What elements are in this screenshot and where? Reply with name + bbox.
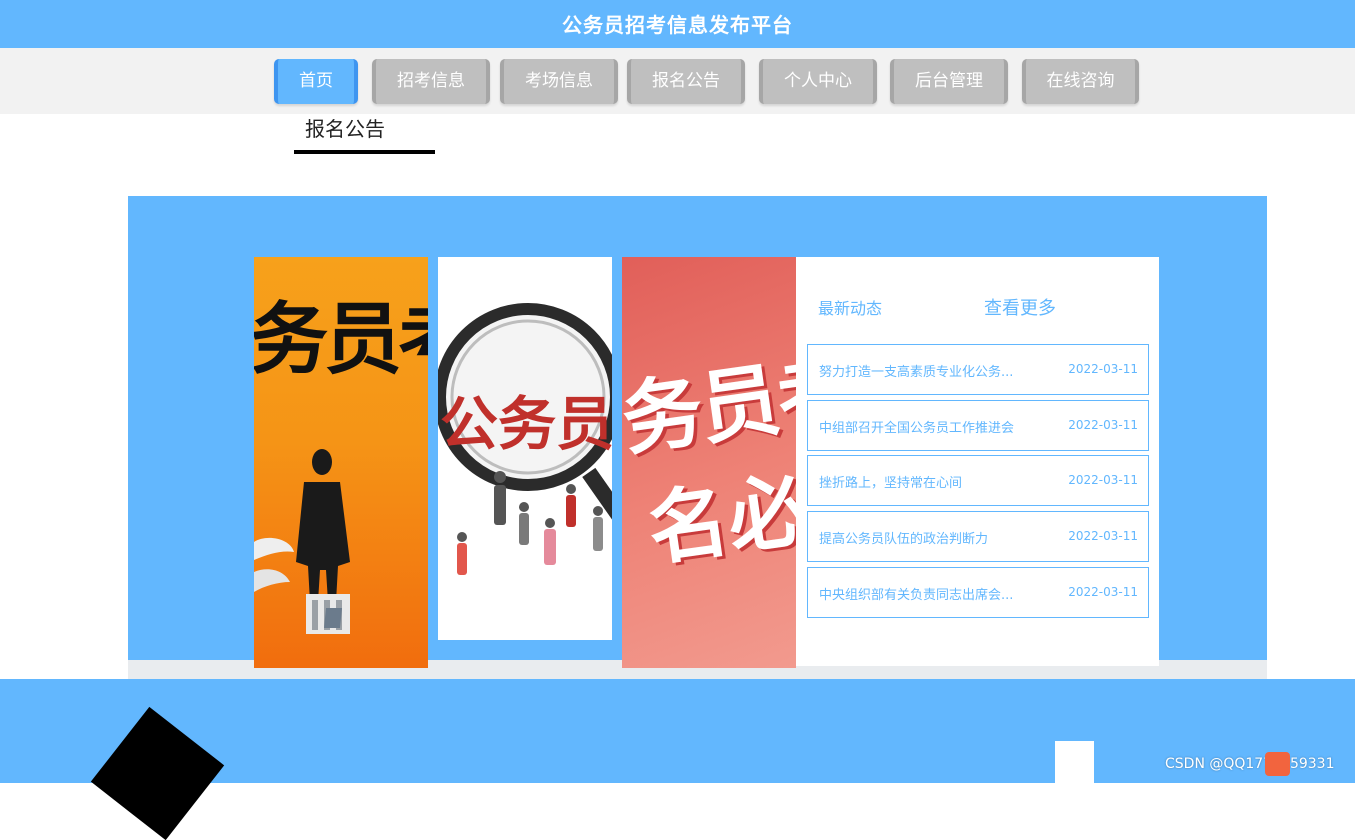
site-title: 公务员招考信息发布平台 xyxy=(562,13,793,37)
site-header: 公务员招考信息发布平台 xyxy=(0,0,1355,48)
nav-personal-center[interactable]: 个人中心 xyxy=(759,59,877,104)
nav-exam-venue-info[interactable]: 考场信息 xyxy=(500,59,618,104)
banner-panel-3[interactable]: 务员考 名必 xyxy=(622,257,796,668)
news-item-date: 2022-03-11 xyxy=(1068,585,1138,599)
businessman-illustration xyxy=(254,449,350,634)
section-title: 报名公告 xyxy=(305,117,385,141)
news-item-title: 中组部召开全国公务员工作推进会 xyxy=(819,421,1015,436)
csdn-watermark: CSDN @QQ1778259331 xyxy=(1165,756,1335,772)
news-item[interactable]: 中组部召开全国公务员工作推进会 2022-03-11 xyxy=(807,400,1149,451)
news-item-title: 中央组织部有关负责同志出席会... xyxy=(819,588,1014,603)
news-heading: 最新动态 xyxy=(818,299,883,318)
section-underline xyxy=(294,150,435,154)
nav-admin[interactable]: 后台管理 xyxy=(890,59,1008,104)
news-item[interactable]: 努力打造一支高素质专业化公务... 2022-03-11 xyxy=(807,344,1149,395)
panel-2-text: 公务员 xyxy=(440,390,612,458)
news-item-title: 努力打造一支高素质专业化公务... xyxy=(819,365,1014,380)
news-item-date: 2022-03-11 xyxy=(1068,362,1138,376)
nav-online-consult[interactable]: 在线咨询 xyxy=(1022,59,1139,104)
news-panel: 最新动态 查看更多 努力打造一支高素质专业化公务... 2022-03-11 中… xyxy=(796,257,1159,666)
panel-3-text-b: 名必 xyxy=(642,462,796,577)
news-item-date: 2022-03-11 xyxy=(1068,529,1138,543)
news-item-title: 提高公务员队伍的政治判断力 xyxy=(819,532,989,547)
news-item[interactable]: 提高公务员队伍的政治判断力 2022-03-11 xyxy=(807,511,1149,562)
footer-white-block xyxy=(1055,741,1094,783)
view-more-link[interactable]: 查看更多 xyxy=(984,294,1056,320)
nav-registration-notice[interactable]: 报名公告 xyxy=(627,59,745,104)
news-item[interactable]: 中央组织部有关负责同志出席会... 2022-03-11 xyxy=(807,567,1149,618)
panel-1-text: 务员考 xyxy=(254,295,428,385)
news-item-date: 2022-03-11 xyxy=(1068,418,1138,432)
news-item-date: 2022-03-11 xyxy=(1068,473,1138,487)
main-nav: 首页 招考信息 考场信息 报名公告 个人中心 后台管理 在线咨询 xyxy=(0,48,1355,114)
news-item[interactable]: 挫折路上，坚持常在心间 2022-03-11 xyxy=(807,455,1149,506)
banner-panel-2[interactable]: 公务员 xyxy=(438,257,612,640)
nav-home[interactable]: 首页 xyxy=(274,59,358,104)
news-item-title: 挫折路上，坚持常在心间 xyxy=(819,476,963,491)
nav-recruitment-info[interactable]: 招考信息 xyxy=(372,59,490,104)
banner-panel-1[interactable]: 务员考 xyxy=(254,257,428,668)
input-method-icon xyxy=(1265,752,1290,776)
